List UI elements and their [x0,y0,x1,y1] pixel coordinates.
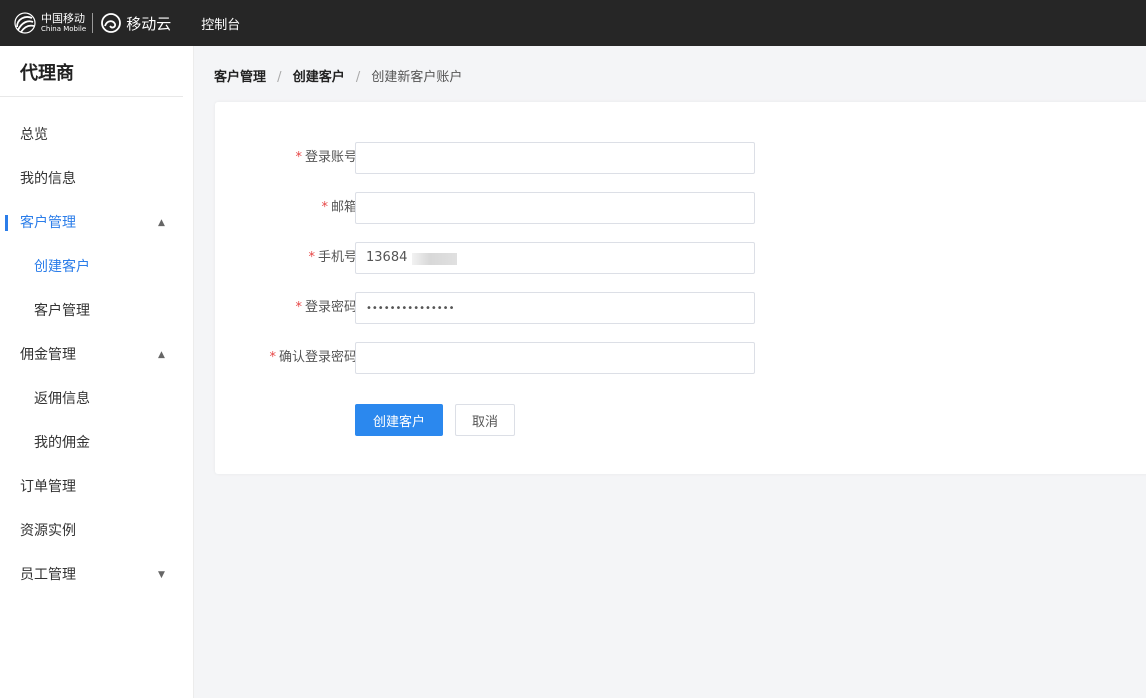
required-mark: * [295,300,302,315]
field-label: 手机号 [317,250,357,265]
breadcrumb-customer-management[interactable]: 客户管理 [214,70,266,85]
breadcrumb-separator: / [355,70,361,85]
sidebar-title: 代理商 [0,46,183,97]
console-link[interactable]: 控制台 [201,14,240,33]
sidebar-subitem-customer-management[interactable]: 客户管理 [0,289,193,333]
sidebar-item-staff-management[interactable]: 员工管理 ▼ [0,553,193,597]
mobile-cloud-logo-icon [101,13,122,33]
required-mark: * [308,250,315,265]
sidebar-item-resource-instances[interactable]: 资源实例 [0,509,193,553]
sidebar-item-label: 返佣信息 [34,391,90,407]
sidebar: 代理商 总览 我的信息 客户管理 ▲ 创建客户 客户管理 佣金管理 ▲ 返佣信息… [0,46,194,698]
email-label: * 邮箱 [321,192,357,224]
phone-input[interactable]: 13684 [355,242,755,274]
sidebar-subitem-rebate-info[interactable]: 返佣信息 [0,377,193,421]
china-mobile-logo[interactable]: 中国移动 China Mobile 移动云 [13,0,171,46]
brand-name-en: China Mobile [41,25,87,33]
chevron-up-icon: ▲ [158,218,165,228]
sidebar-item-label: 员工管理 [20,567,76,583]
confirm-password-label: * 确认登录密码 [269,342,357,374]
confirm-password-input[interactable] [355,342,755,374]
phone-value: 13684 [366,250,408,265]
sidebar-item-label: 总览 [20,127,48,143]
form-row-phone: * 手机号 13684 [215,242,775,274]
form-row-login-account: * 登录账号 [215,142,775,174]
breadcrumb-separator: / [277,70,282,85]
field-label: 确认登录密码 [278,350,357,365]
sidebar-item-order-management[interactable]: 订单管理 [0,465,193,509]
form-row-email: * 邮箱 [215,192,775,224]
logo-divider [92,13,94,33]
sidebar-item-label: 客户管理 [20,215,76,231]
sidebar-item-label: 资源实例 [20,523,76,539]
brand-name-cn: 中国移动 [41,12,85,25]
sidebar-item-label: 创建客户 [34,259,90,275]
sidebar-item-label: 订单管理 [20,479,76,495]
china-mobile-logo-icon [14,12,36,34]
password-input[interactable]: ••••••••••••••• [355,292,755,324]
redacted-mask [412,253,457,265]
sidebar-item-label: 我的信息 [20,171,76,187]
breadcrumb-current: 创建新客户账户 [371,70,463,85]
required-mark: * [269,350,276,365]
email-input[interactable] [355,192,755,224]
create-customer-button[interactable]: 创建客户 [355,404,443,436]
password-value: ••••••••••••••• [366,303,455,314]
active-indicator [5,215,8,231]
login-account-input[interactable] [355,142,755,174]
sidebar-item-label: 佣金管理 [20,347,76,363]
field-label: 邮箱 [330,200,357,215]
required-mark: * [321,200,328,215]
sidebar-item-label: 我的佣金 [34,435,90,451]
cancel-button[interactable]: 取消 [455,404,515,436]
password-label: * 登录密码 [295,292,357,324]
cloud-brand-name: 移动云 [126,14,172,33]
login-account-label: * 登录账号 [295,142,357,174]
form-row-password: * 登录密码 ••••••••••••••• [215,292,775,324]
chevron-up-icon: ▲ [158,350,165,360]
top-bar: 中国移动 China Mobile 移动云 控制台 [0,0,1146,46]
form-row-confirm-password: * 确认登录密码 [215,342,775,374]
required-mark: * [295,150,302,165]
breadcrumb: 客户管理 / 创建客户 / 创建新客户账户 [214,66,462,85]
sidebar-item-customer-management[interactable]: 客户管理 ▲ [0,201,193,245]
sidebar-item-commission-management[interactable]: 佣金管理 ▲ [0,333,193,377]
create-customer-form: * 登录账号 * 邮箱 * 手机号 13684 * 登录密码 •••••••••••••… [215,102,1146,474]
field-label: 登录账号 [304,150,357,165]
sidebar-menu: 总览 我的信息 客户管理 ▲ 创建客户 客户管理 佣金管理 ▲ 返佣信息 我的佣… [0,113,193,597]
sidebar-item-overview[interactable]: 总览 [0,113,193,157]
breadcrumb-create-customer[interactable]: 创建客户 [293,70,345,85]
field-label: 登录密码 [304,300,357,315]
sidebar-item-my-info[interactable]: 我的信息 [0,157,193,201]
sidebar-item-label: 客户管理 [34,303,90,319]
sidebar-subitem-my-commission[interactable]: 我的佣金 [0,421,193,465]
phone-label: * 手机号 [308,242,357,274]
chevron-down-icon: ▼ [158,570,165,580]
sidebar-subitem-create-customer[interactable]: 创建客户 [0,245,193,289]
